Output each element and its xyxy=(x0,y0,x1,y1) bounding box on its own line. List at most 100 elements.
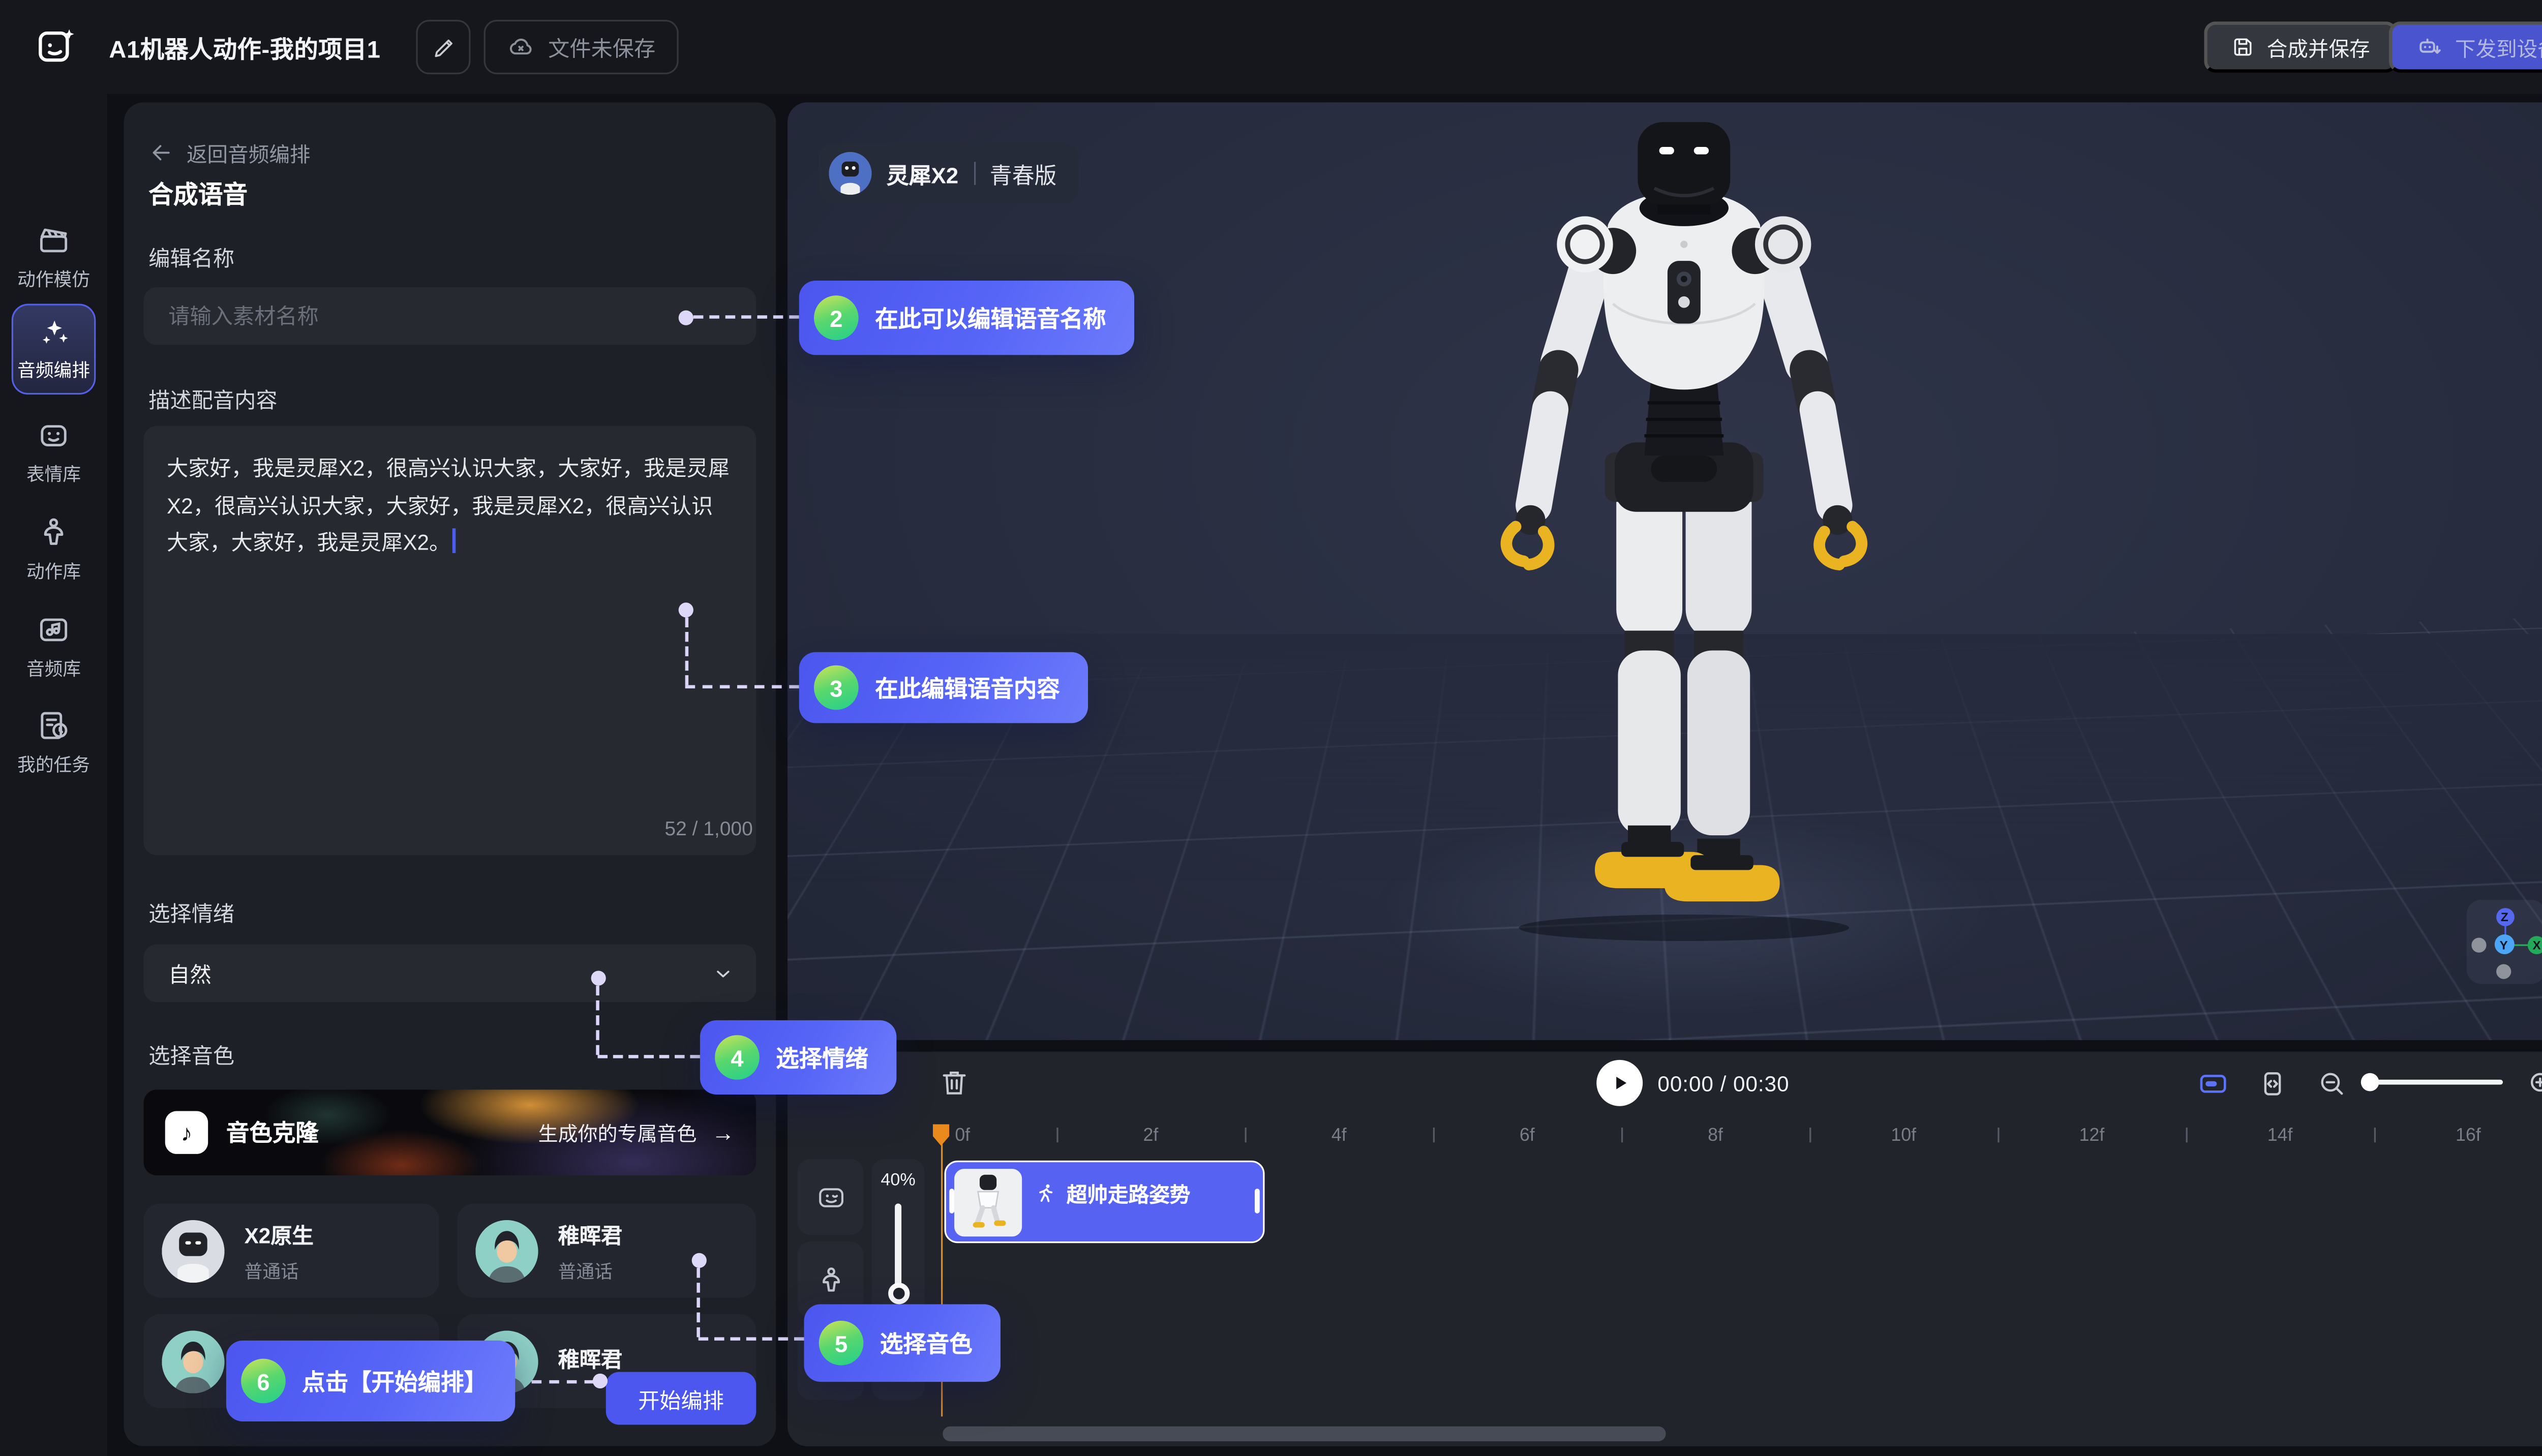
file-unsaved-status[interactable]: 文件未保存 xyxy=(483,20,678,74)
clip-speed-control[interactable]: 40% xyxy=(872,1159,925,1318)
speed-value: 40% xyxy=(872,1170,925,1190)
connector-line xyxy=(598,1055,700,1058)
wink-face-icon xyxy=(815,1181,846,1213)
zoom-slider-knob[interactable] xyxy=(2361,1073,2379,1091)
music-library-icon xyxy=(36,613,71,647)
tutorial-step-4: 4 选择情绪 xyxy=(700,1020,896,1095)
step-number-badge: 5 xyxy=(819,1321,864,1366)
sidebar-item-motion-mimic[interactable]: 动作模仿 xyxy=(0,223,107,292)
robot-model xyxy=(1453,119,1915,945)
robot-name: 灵犀X2 xyxy=(887,157,958,190)
step-number-badge: 4 xyxy=(715,1035,760,1080)
gizmo-y-handle[interactable]: Y xyxy=(2494,934,2514,954)
clip-trim-right-handle[interactable] xyxy=(1255,1189,1260,1214)
pencil-icon xyxy=(430,34,457,60)
start-arrange-button[interactable]: 开始编排 xyxy=(606,1372,756,1425)
gizmo-neg-x-handle[interactable] xyxy=(2471,937,2486,952)
connector-line xyxy=(532,1380,594,1383)
timeline-panel: 00:00 / 00:30 0f 2f 4f 6f 8f 10f 12f 14f… xyxy=(788,1052,2542,1446)
expression-track-button[interactable] xyxy=(797,1159,863,1235)
emotion-select[interactable]: 自然 xyxy=(144,945,756,1003)
material-name-input[interactable] xyxy=(144,287,756,345)
back-to-audio-arrange-link[interactable]: 返回音频编排 xyxy=(148,137,310,169)
robot-avatar xyxy=(829,152,871,195)
sparkles-icon xyxy=(37,316,70,349)
gizmo-x-axis-line xyxy=(2511,944,2529,946)
text-caret xyxy=(452,528,455,553)
gizmo-z-handle[interactable]: Z xyxy=(2495,908,2514,926)
ruler-label: 8f xyxy=(1690,1126,1740,1146)
robot-download-icon xyxy=(2415,33,2443,61)
robot-face-icon xyxy=(36,418,71,452)
ruler-label: 12f xyxy=(2067,1126,2116,1146)
save-icon xyxy=(2230,35,2255,59)
play-button[interactable] xyxy=(1596,1060,1643,1106)
project-title: A1机器人动作-我的项目1 xyxy=(109,32,380,66)
sidebar-item-my-tasks[interactable]: 我的任务 xyxy=(0,708,107,777)
char-counter: 52 / 1,000 xyxy=(664,817,752,840)
clip-thumbnail xyxy=(954,1168,1022,1236)
clip-trim-left-handle[interactable] xyxy=(949,1189,954,1214)
robot-model-badge[interactable]: 灵犀X2 青春版 xyxy=(819,144,1078,203)
fit-timeline-icon[interactable] xyxy=(2257,1068,2288,1100)
step-number-badge: 6 xyxy=(241,1359,286,1404)
deploy-to-device-button[interactable]: 下发到设备 xyxy=(2389,21,2542,73)
emotion-field-label: 选择情绪 xyxy=(148,896,234,928)
back-arrow-icon xyxy=(148,140,173,165)
ruler-label: 2f xyxy=(1126,1126,1175,1146)
ruler-label: 14f xyxy=(2255,1126,2305,1146)
sidebar-nav: 动作模仿 音频编排 表情库 动作库 音频库 我的任务 xyxy=(0,94,107,1456)
robot-3d-viewport[interactable]: 灵犀X2 青春版 Z X Y xyxy=(788,102,2542,1040)
sidebar-item-audio-library[interactable]: 音频库 xyxy=(0,613,107,682)
tutorial-step-2: 2 在此可以编辑语音名称 xyxy=(799,281,1134,355)
zoom-out-icon[interactable] xyxy=(2316,1068,2348,1100)
voice-card-zhihuijun[interactable]: 稚晖君普通话 xyxy=(458,1203,756,1297)
synthesize-save-button[interactable]: 合成并保存 xyxy=(2204,21,2396,73)
auto-snap-icon[interactable] xyxy=(2197,1068,2229,1100)
cloud-unsaved-icon xyxy=(507,33,535,61)
zoom-in-icon[interactable] xyxy=(2526,1068,2542,1100)
chevron-down-icon xyxy=(712,962,735,985)
sidebar-item-audio-arrange[interactable]: 音频编排 xyxy=(12,304,96,395)
connector-dot-content-field xyxy=(679,602,693,617)
speed-slider-knob[interactable] xyxy=(887,1283,909,1304)
voice-field-label: 选择音色 xyxy=(148,1039,234,1070)
connector-line xyxy=(697,1268,700,1337)
ruler-label: 4f xyxy=(1314,1126,1364,1146)
person-icon xyxy=(815,1264,846,1295)
ruler-label: 10f xyxy=(1879,1126,1928,1146)
content-field-label: 描述配音内容 xyxy=(148,383,277,414)
time-display: 00:00 / 00:30 xyxy=(1657,1072,1789,1097)
voice-content-textarea[interactable]: 大家好，我是灵犀X2，很高兴认识大家，大家好，我是灵犀X2，很高兴认识大家，大家… xyxy=(144,426,756,855)
tutorial-step-3: 3 在此编辑语音内容 xyxy=(799,652,1088,723)
music-note-icon: ♪ xyxy=(165,1111,208,1154)
divider xyxy=(973,162,975,185)
gizmo-neg-z-handle[interactable] xyxy=(2496,964,2511,979)
clapperboard-icon xyxy=(36,223,71,257)
app-window: A1机器人动作-我的项目1 文件未保存 合成并保存 下发到设备 动作模仿 音频编… xyxy=(0,0,2542,1456)
orientation-gizmo[interactable]: Z X Y xyxy=(2467,900,2542,984)
timeline-clip-walk-pose[interactable]: 超帅走路姿势 xyxy=(945,1161,1265,1243)
voice-clone-banner[interactable]: ♪ 音色克隆 生成你的专属音色 → xyxy=(144,1089,756,1175)
connector-line xyxy=(684,618,687,685)
sidebar-item-action-library[interactable]: 动作库 xyxy=(0,515,107,584)
voice-card-x2-native[interactable]: X2原生普通话 xyxy=(144,1203,439,1297)
avatar xyxy=(162,1219,224,1282)
robot-edition: 青春版 xyxy=(990,157,1057,190)
ruler-label: 6f xyxy=(1502,1126,1552,1146)
tutorial-step-6: 6 点击【开始编排】 xyxy=(226,1341,515,1421)
rename-project-button[interactable] xyxy=(416,20,470,74)
arrow-right-icon: → xyxy=(712,1119,735,1146)
avatar xyxy=(475,1219,538,1282)
timeline-zoom-slider[interactable] xyxy=(2368,1080,2503,1085)
connector-line xyxy=(693,315,799,318)
clip-title: 超帅走路姿势 xyxy=(1067,1177,1191,1208)
sidebar-item-expression-library[interactable]: 表情库 xyxy=(0,418,107,487)
runner-icon xyxy=(1034,1181,1056,1204)
app-logo-icon xyxy=(33,23,79,69)
timeline-horizontal-scrollbar[interactable] xyxy=(943,1427,1666,1441)
top-bar: A1机器人动作-我的项目1 文件未保存 合成并保存 下发到设备 xyxy=(0,0,2542,94)
panel-title: 合成语音 xyxy=(148,176,248,211)
delete-clip-icon[interactable] xyxy=(938,1067,971,1100)
gizmo-x-handle[interactable]: X xyxy=(2528,935,2542,954)
